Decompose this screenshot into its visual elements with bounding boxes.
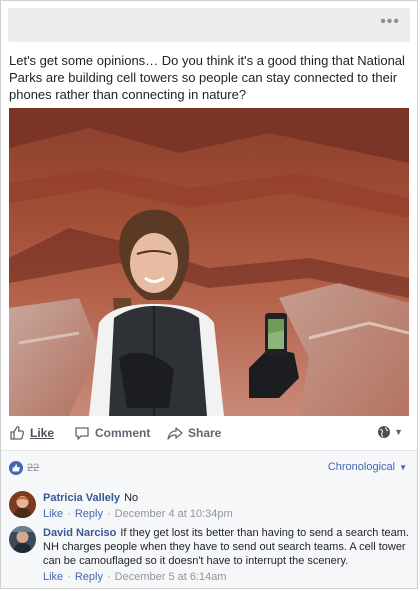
share-arrow-icon [167,427,183,440]
avatar-image [9,491,36,518]
comment-text: No [124,492,139,504]
globe-icon [378,426,391,438]
like-button[interactable]: Like [9,425,54,441]
comment-author[interactable]: Patricia Vallely [43,492,120,504]
comment-reply-link[interactable]: Reply [75,508,103,520]
separator-dot: · [67,571,71,583]
post-text: Let's get some opinions… Do you think it… [9,53,405,102]
chevron-down-icon: ▼ [399,462,407,472]
comment-timestamp[interactable]: December 5 at 6:14am [115,571,227,583]
post-actions: Like Comment Share ▼ [9,421,409,447]
comment-meta: Like · Reply · December 4 at 10:34pm [43,507,411,521]
thumbs-up-icon [10,426,25,440]
like-reaction-icon [9,461,23,475]
comment-body: David Narciso If they get lost its better… [43,526,411,584]
speech-bubble-icon [75,427,89,440]
share-label: Share [188,426,222,440]
photo-illustration [9,108,409,416]
separator-dot: · [106,508,111,520]
sort-label: Chronological [327,461,396,473]
avatar[interactable] [9,526,36,553]
comment-label: Comment [95,426,151,440]
reaction-count: 22 [27,462,40,474]
facebook-post-card: ••• Let's get some opinions… Do you thin… [0,0,418,589]
comment-timestamp[interactable]: December 4 at 10:34pm [115,508,233,520]
comment-button[interactable]: Comment [74,425,150,441]
comment-body: Patricia Vallely No Like · Reply · December 4… [43,491,411,521]
comment-meta: Like · Reply · December 5 at 6:14am [43,570,411,584]
comment-like-link[interactable]: Like [43,508,63,520]
separator-dot: · [67,508,71,520]
comment-author[interactable]: David Narciso [43,527,116,539]
share-button[interactable]: Share [167,425,221,441]
more-dots-icon[interactable]: ••• [380,14,400,30]
like-label: Like [30,426,55,440]
post-photo[interactable] [9,108,409,416]
separator-dot: · [106,571,111,583]
comment-like-link[interactable]: Like [43,571,63,583]
feedback-section: 22 Chronological ▼ Patricia Vallely No L… [1,451,417,588]
comment-sort-dropdown[interactable]: Chronological ▼ [328,461,407,473]
chevron-down-icon: ▼ [394,427,403,437]
post-header-redacted: ••• [8,8,410,42]
reaction-summary[interactable]: 22 [9,461,39,475]
avatar[interactable] [9,491,36,518]
audience-selector[interactable]: ▼ [377,425,403,439]
comment-reply-link[interactable]: Reply [75,571,103,583]
avatar-image [9,526,36,553]
